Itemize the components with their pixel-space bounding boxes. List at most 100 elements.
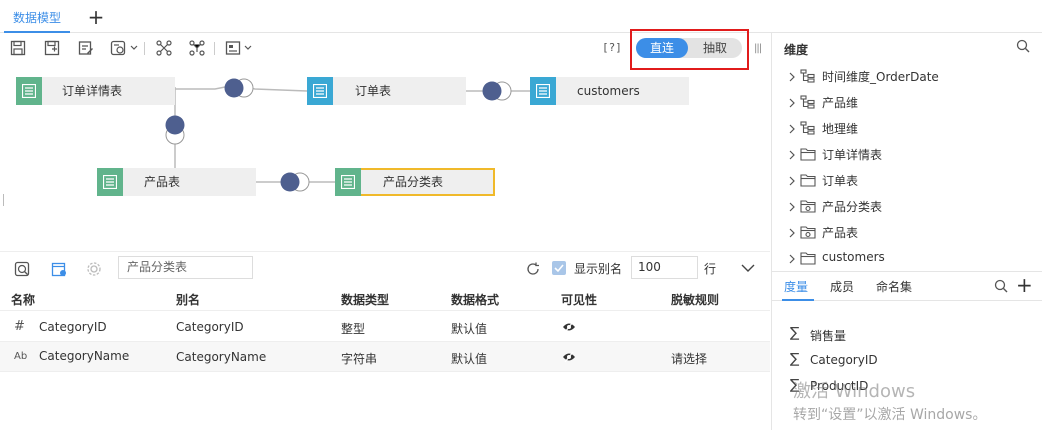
dimension-item[interactable]: 产品分类表	[788, 196, 1028, 216]
field-data-type[interactable]: 整型	[341, 320, 365, 337]
field-alias[interactable]: CategoryName	[176, 350, 266, 364]
string-type-icon: Ab	[14, 351, 28, 362]
table-label: 订单详情表	[62, 84, 123, 98]
table-node-customers[interactable]: customers	[530, 77, 689, 105]
refresh-icon[interactable]	[525, 261, 541, 277]
table-node-order-details[interactable]: 订单详情表	[16, 77, 175, 105]
dimension-label: 产品维	[822, 96, 859, 110]
dimension-label: 产品分类表	[822, 200, 883, 214]
activation-watermark-hint: 转到“设置”以激活 Windows。	[793, 407, 987, 423]
table-icon	[16, 77, 42, 105]
tab-members[interactable]: 成员	[830, 278, 854, 295]
row-count-input[interactable]: 100	[631, 256, 698, 279]
field-data-format[interactable]: 默认值	[451, 320, 487, 337]
chevron-right-icon[interactable]	[788, 123, 796, 134]
field-name: CategoryID	[39, 320, 107, 334]
mode-direct-option[interactable]: 直连	[636, 38, 688, 58]
dimension-label: customers	[822, 250, 885, 264]
active-tab-indicator	[782, 299, 814, 301]
table-label: 产品表	[144, 175, 181, 189]
chevron-right-icon[interactable]	[788, 201, 796, 212]
search-icon[interactable]	[1016, 39, 1030, 53]
table-node-product-categories[interactable]: 产品分类表	[335, 168, 495, 196]
chevron-down-icon[interactable]	[130, 42, 138, 52]
join-icon[interactable]	[280, 172, 310, 192]
field-alias[interactable]: CategoryID	[176, 320, 244, 334]
join-icon[interactable]	[165, 115, 185, 145]
table-name-input[interactable]: 产品分类表	[118, 256, 253, 279]
chevron-right-icon[interactable]	[788, 253, 796, 264]
tab-measures[interactable]: 度量	[784, 278, 808, 295]
dimension-item[interactable]: 产品维	[788, 92, 1028, 112]
add-measure-button[interactable]: +	[1016, 273, 1033, 297]
show-alias-label: 显示别名	[574, 262, 623, 276]
field-data-type[interactable]: 字符串	[341, 350, 377, 367]
preview-icon[interactable]	[14, 261, 30, 277]
field-name: CategoryName	[39, 349, 130, 363]
number-type-icon: #	[14, 319, 25, 334]
table-node-orders[interactable]: 订单表	[307, 77, 466, 105]
eye-icon[interactable]	[562, 321, 576, 333]
tab-named-sets[interactable]: 命名集	[876, 278, 912, 295]
field-data-format[interactable]: 默认值	[451, 350, 487, 367]
table-node-products[interactable]: 产品表	[97, 168, 256, 196]
col-header-visibility: 可见性	[561, 293, 598, 307]
edit-icon[interactable]	[78, 40, 94, 56]
col-header-data-type: 数据类型	[341, 293, 390, 307]
search-icon[interactable]	[994, 279, 1008, 293]
relation-icon[interactable]	[156, 40, 172, 56]
dimension-item[interactable]: customers	[788, 248, 1028, 268]
gear-icon[interactable]	[86, 261, 102, 277]
table-row[interactable]: Ab CategoryName CategoryName 字符串 默认值 请选择	[0, 342, 770, 372]
canvas-resize-handle[interactable]	[3, 194, 4, 206]
panel-grip-icon[interactable]: |||	[754, 44, 762, 54]
dimension-item[interactable]: 时间维度_OrderDate	[788, 66, 1028, 86]
hierarchy-icon	[800, 95, 816, 109]
table-icon	[335, 168, 361, 196]
tab-data-model[interactable]: 数据模型	[4, 6, 70, 33]
chevron-down-icon[interactable]	[244, 42, 252, 52]
folder-linked-icon	[800, 225, 816, 239]
add-tab-button[interactable]: +	[86, 6, 106, 28]
folder-icon	[800, 147, 816, 161]
chevron-right-icon[interactable]	[788, 227, 796, 238]
field-masking-select[interactable]: 请选择	[671, 350, 707, 367]
hierarchy-icon	[800, 69, 816, 83]
dimension-item[interactable]: 订单详情表	[788, 144, 1028, 164]
chevron-right-icon[interactable]	[788, 175, 796, 186]
col-header-alias: 别名	[176, 293, 201, 307]
chevron-right-icon[interactable]	[788, 149, 796, 160]
help-icon[interactable]: [?]	[602, 41, 622, 54]
mode-extract-option[interactable]: 抽取	[690, 38, 740, 58]
dimension-panel: 维度 时间维度_OrderDate 产品维 地理维 订单详情表 订单表 产品分类…	[771, 33, 1042, 430]
chevron-right-icon[interactable]	[788, 97, 796, 108]
field-table-header: 名称 别名 数据类型 数据格式 可见性 脱敏规则	[0, 285, 770, 311]
table-icon	[530, 77, 556, 105]
col-header-data-format: 数据格式	[451, 293, 500, 307]
auto-relation-icon[interactable]	[189, 40, 205, 56]
field-list-icon[interactable]	[51, 261, 67, 277]
dimension-item[interactable]: 产品表	[788, 222, 1028, 242]
chevron-down-icon[interactable]	[740, 262, 756, 274]
table-label: 订单表	[355, 84, 392, 98]
toolbar-divider	[144, 42, 145, 55]
table-row[interactable]: # CategoryID CategoryID 整型 默认值	[0, 312, 770, 342]
field-toolbar: 产品分类表 显示别名 100 行	[0, 251, 770, 285]
join-icon[interactable]	[482, 81, 512, 101]
folder-icon	[800, 173, 816, 187]
settings-icon[interactable]	[110, 40, 126, 56]
save-icon[interactable]	[10, 40, 26, 56]
chevron-right-icon[interactable]	[788, 71, 796, 82]
measure-label: CategoryID	[810, 353, 878, 367]
eye-icon[interactable]	[562, 351, 576, 363]
show-alias-checkbox[interactable]	[552, 261, 566, 275]
join-icon[interactable]	[224, 78, 254, 98]
measure-tabs: 度量 成员 命名集 +	[772, 271, 1042, 301]
dimension-item[interactable]: 订单表	[788, 170, 1028, 190]
export-icon[interactable]	[225, 40, 241, 56]
save-as-icon[interactable]	[44, 40, 60, 56]
model-canvas[interactable]: 订单详情表 订单表 customers 产品表 产品分类表	[0, 63, 770, 251]
dimension-label: 地理维	[822, 122, 859, 136]
dimension-item[interactable]: 地理维	[788, 118, 1028, 138]
toolbar-divider	[214, 42, 215, 55]
